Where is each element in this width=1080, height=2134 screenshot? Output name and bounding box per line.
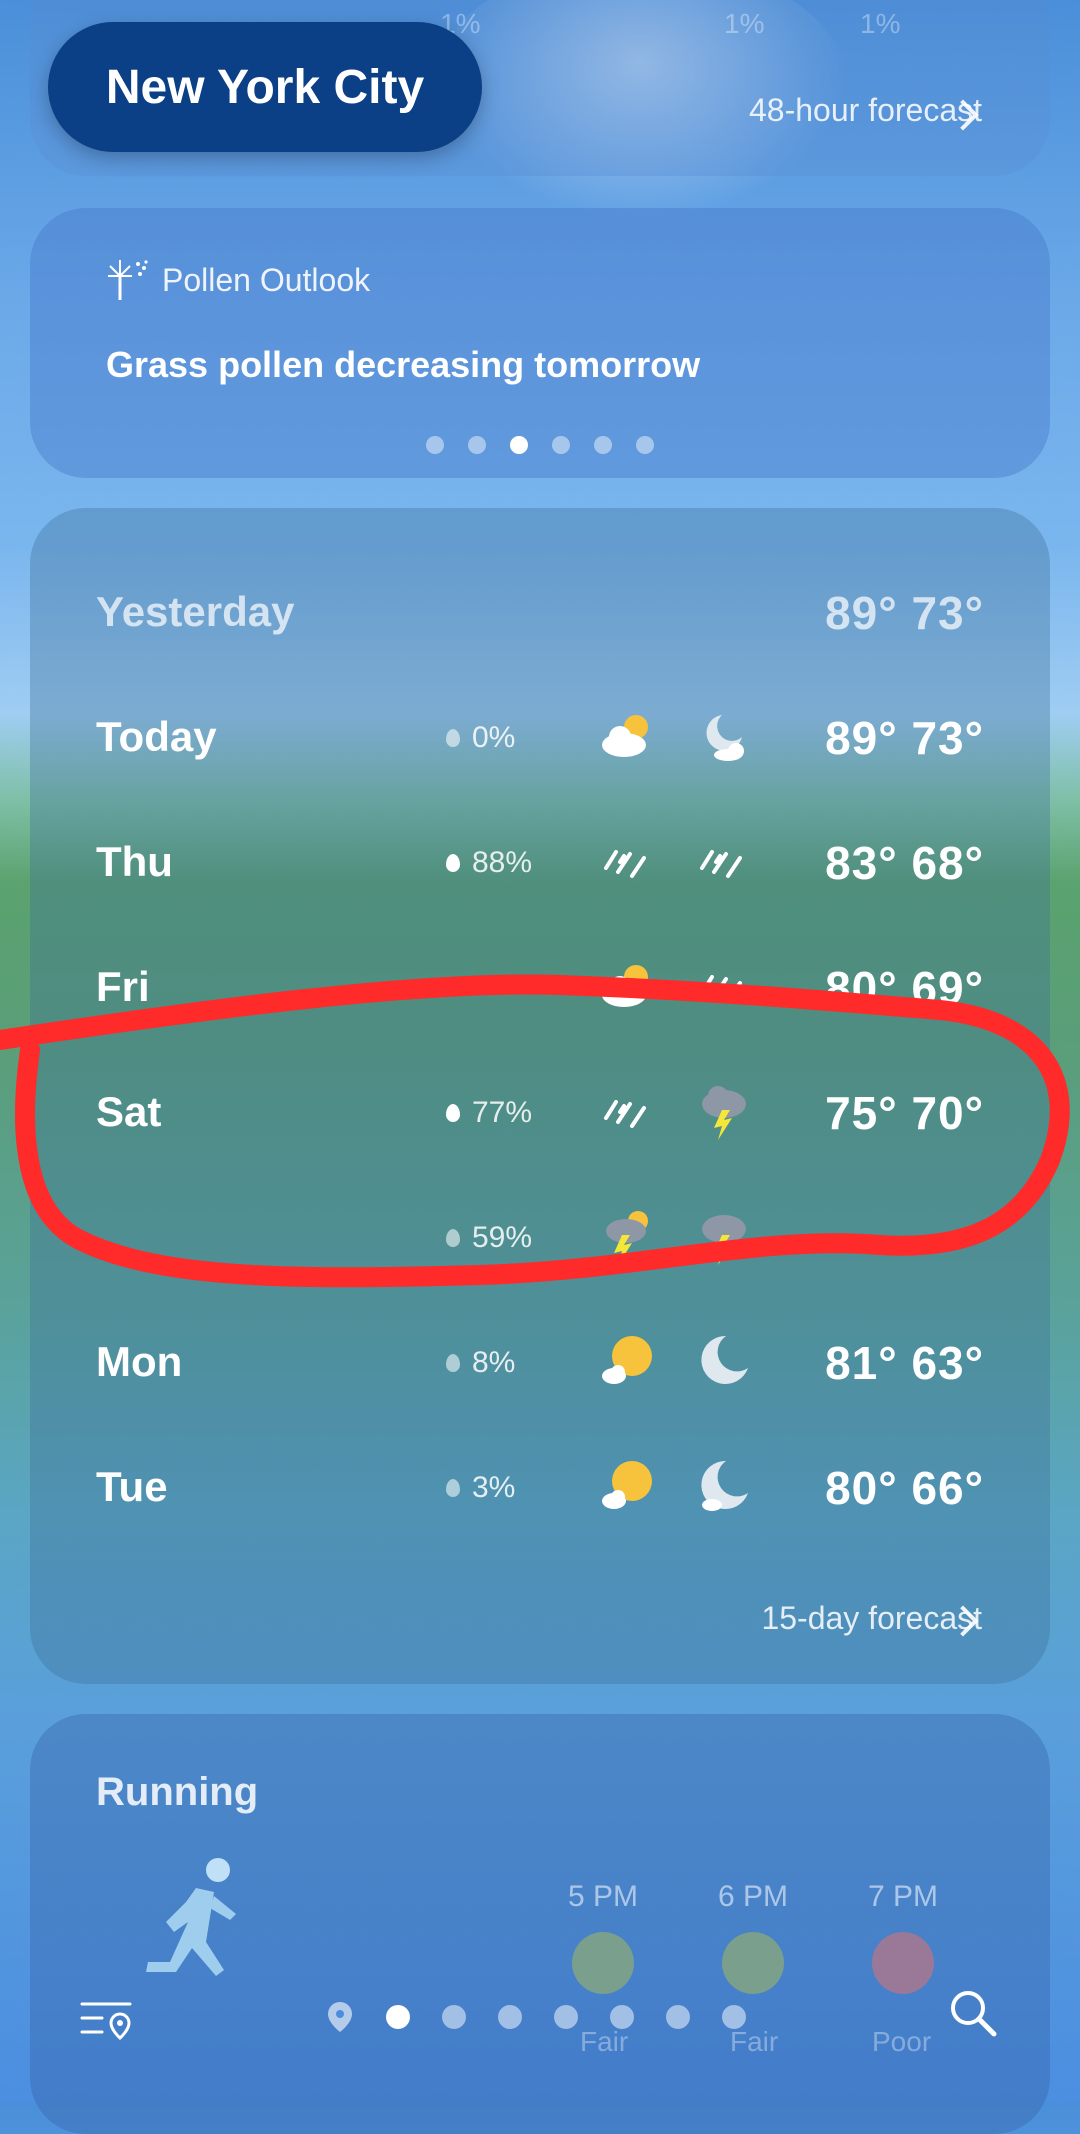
city-name-button[interactable]: New York City [48,22,482,152]
precip-chance: 59% [446,1221,532,1255]
location-pin-icon [328,2002,352,2032]
neutral-face-icon [572,1932,634,1994]
page-dot[interactable] [442,2005,466,2029]
temps: 75° 70° [825,1087,984,1139]
page-dot[interactable] [666,2005,690,2029]
pollen-title: Pollen Outlook [162,261,371,298]
precip-chance: 88% [446,846,532,880]
partly-cloudy-moon-icon [706,715,744,761]
sunny-cloud-icon [602,1461,652,1509]
day-label: Mon [96,1338,183,1385]
page-dot-active[interactable] [386,2005,410,2029]
pollen-header: Pollen Outlook [106,258,370,302]
daily-row-yesterday[interactable]: Yesterday 89° 73° [0,570,1080,650]
rain-icon [700,850,742,878]
precip-chance: 3% [446,1471,515,1505]
neutral-face-icon [722,1932,784,1994]
search-icon[interactable] [948,1988,998,2038]
raindrop-icon [446,854,460,872]
thunderstorm-icon [702,1086,746,1140]
daily-row-sat[interactable]: Sat 77% 75° 70° [0,1070,1080,1150]
carousel-dot[interactable] [594,436,612,454]
location-page-indicator[interactable] [326,2000,746,2034]
rain-icon [700,975,742,1003]
moon-cloud-icon [701,1460,748,1511]
hour48-forecast-link[interactable]: 48-hour forecast [749,92,982,129]
precip-chance: 8% [446,1346,515,1380]
running-time: 7 PM [868,1880,939,1913]
carousel-dot[interactable] [552,436,570,454]
day-label: Today [96,713,217,760]
daily-row-fri[interactable]: Fri 80° 69° [0,945,1080,1025]
moon-icon [701,1335,748,1384]
temps: 89° 73° [825,587,984,639]
page-dot[interactable] [554,2005,578,2029]
rain-icon [604,850,646,878]
sunny-cloud-icon [602,1336,652,1384]
raindrop-icon [446,1354,460,1372]
carousel-dot[interactable] [426,436,444,454]
running-title: Running [96,1770,259,1814]
sad-face-icon [872,1932,934,1994]
day-label: Tue [96,1463,168,1510]
day-label: Fri [96,963,150,1010]
pollen-carousel-dots[interactable] [0,436,1080,454]
raindrop-icon [446,1479,460,1497]
temps: 80° 69° [825,962,984,1014]
pollen-message: Grass pollen decreasing tomorrow [106,344,701,385]
precip-chance: 0% [446,721,515,755]
temps: 89° 73° [825,712,984,764]
daily-row-sun[interactable]: 59% [0,1195,1080,1275]
running-time: 6 PM [718,1880,789,1913]
locations-menu-icon[interactable] [80,2000,136,2040]
day-label: Yesterday [96,588,295,635]
thunderstorm-icon [702,1215,746,1265]
running-time: 5 PM [568,1880,639,1913]
daily-row-thu[interactable]: Thu 88% 83° 68° [0,820,1080,900]
precip-chance: 77% [446,1096,532,1130]
hour48-forecast-label: 48-hour forecast [748,92,982,128]
partly-cloudy-sun-icon [602,965,648,1007]
day-label: Sat [96,1088,162,1135]
running-condition: Poor [872,2026,932,2057]
daily-row-today[interactable]: Today 0% 89° 73° [0,695,1080,775]
carousel-dot[interactable] [468,436,486,454]
rain-icon [604,1100,646,1128]
page-dot[interactable] [610,2005,634,2029]
page-dot[interactable] [498,2005,522,2029]
raindrop-icon [446,1229,460,1247]
faded-percent: 1% [860,8,901,39]
raindrop-icon [446,1104,460,1122]
day-label: Thu [96,838,173,885]
runner-icon [146,1858,236,1976]
page-dot[interactable] [722,2005,746,2029]
temps: 81° 63° [825,1337,984,1389]
daily-row-mon[interactable]: Mon 8% 81° 63° [0,1320,1080,1400]
temps: 83° 68° [825,837,984,889]
carousel-dot-active[interactable] [510,436,528,454]
dandelion-icon [108,260,148,300]
thunderstorm-sun-icon [606,1211,648,1265]
city-name: New York City [105,60,425,114]
partly-cloudy-sun-icon [602,715,648,757]
carousel-dot[interactable] [636,436,654,454]
raindrop-icon [446,729,460,747]
faded-percent: 1% [724,8,765,39]
temps: 80° 66° [825,1462,984,1514]
daily-row-tue[interactable]: Tue 3% 80° 66° [0,1445,1080,1525]
